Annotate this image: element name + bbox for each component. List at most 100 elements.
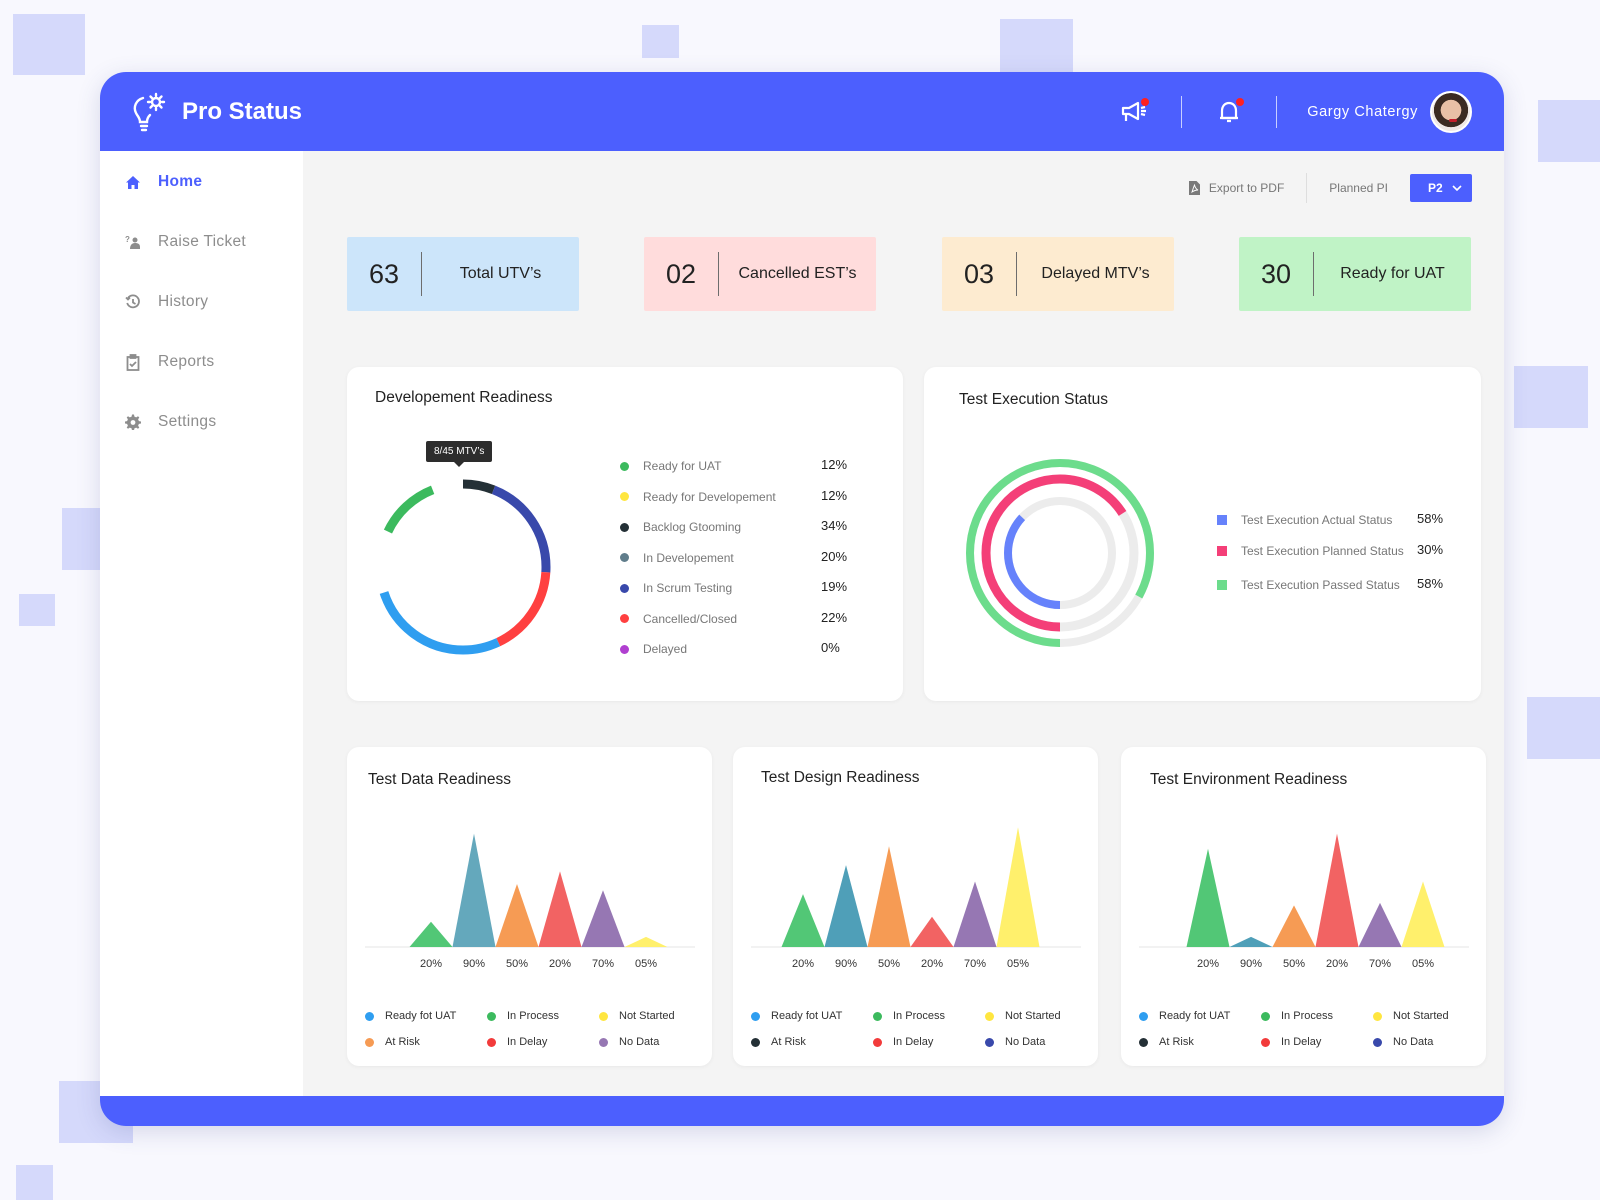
stat-card-ready-for-uat[interactable]: 30 Ready for UAT [1239,237,1471,311]
mini-chart-legend: Ready fot UAT In Process Not Started At Ris… [365,1010,702,1048]
legend-item: In Scrum Testing [620,581,732,595]
toolbar: Export to PDF Planned PI P2 [1188,173,1472,203]
stat-card-delayed-mtvs[interactable]: 03 Delayed MTV’s [942,237,1174,311]
legend-label: Delayed [643,642,688,656]
legend-label: Ready for Developement [643,489,776,504]
legend-value: 22% [821,609,848,625]
stat-card-cancelled-ests[interactable]: 02 Cancelled EST’s [644,237,876,311]
triangle-bar[interactable] [1315,833,1359,947]
legend-dot [620,553,629,562]
stat-card-total-utvs[interactable]: 63 Total UTV’s [347,237,579,311]
triangle-bar[interactable] [824,865,868,947]
legend-label: In Process [1281,1010,1333,1022]
app-window: Pro Status Gargy Chatergy Home ? Raise T… [100,72,1504,1126]
legend-dot [751,1011,760,1021]
triangle-bar[interactable] [409,921,453,947]
background-decoration [1527,697,1600,759]
user-name[interactable]: Gargy Chatergy [1307,104,1418,120]
triangle-bar[interactable] [538,871,582,947]
legend-value: 19% [821,579,848,594]
sidebar: Home ? Raise Ticket History Reports Sett… [100,151,303,1096]
dev-readiness-card: Developement Readiness 8/45 MTV’s Ready … [347,367,903,701]
dev-readiness-donut [375,479,551,655]
legend-label: At Risk [385,1036,420,1048]
triangle-bar[interactable] [1229,936,1273,947]
triangle-bar[interactable] [1401,881,1445,947]
x-tick-label: 05% [1007,958,1029,970]
legend-dot [985,1011,994,1021]
triangle-bar[interactable] [953,881,997,947]
footer-bar [100,1096,1504,1126]
notification-badge [1141,97,1150,106]
sidebar-item-reports[interactable]: Reports [100,332,303,392]
triangle-bar[interactable] [452,833,496,947]
triangle-bar[interactable] [624,936,668,947]
triangle-bar[interactable] [1186,848,1230,947]
triangle-bar[interactable] [495,884,539,947]
sidebar-item-settings[interactable]: Settings [100,392,303,452]
planned-pi-label: Planned PI [1329,181,1388,195]
triangle-bar[interactable] [1272,905,1316,947]
card-title: Test Data Readiness [368,771,512,788]
export-pdf-button[interactable]: Export to PDF [1188,181,1284,195]
background-decoration [642,25,679,58]
legend-item: In Process [873,1010,985,1022]
x-tick-label: 20% [549,958,571,970]
legend-value: 58% [1417,576,1444,591]
stat-value: 30 [1260,258,1292,289]
x-tick-label: 70% [1369,958,1391,970]
triangle-bar[interactable] [867,846,911,947]
legend-label: At Risk [1159,1036,1194,1048]
legend-item: In Delay [487,1036,599,1048]
legend-item: At Risk [751,1036,873,1048]
legend-item: Ready fot UAT [751,1010,873,1022]
test-data-readiness-card: Test Data Readiness 20% 90% 50% 20% 70% 05% Re… [347,747,712,1066]
notification-badge [1236,97,1245,106]
legend-label: Not Started [1005,1010,1061,1022]
legend-item: In Developement [620,551,734,565]
legend-label: Not Started [1393,1010,1449,1022]
legend-dot [599,1037,608,1047]
legend-dot [620,461,629,471]
toolbar-divider [1306,173,1308,203]
legend-value: 0% [821,640,840,655]
planned-pi-select[interactable]: P2 [1410,174,1472,202]
pi-value: P2 [1428,181,1443,195]
legend-label: No Data [1005,1036,1046,1048]
card-title: Test Environment Readiness [1150,771,1348,788]
triangle-bar[interactable] [1358,902,1402,947]
legend-item: Delayed [620,642,687,656]
brand[interactable]: Pro Status [130,92,302,132]
legend-label: In Delay [893,1036,934,1048]
sidebar-item-home[interactable]: Home [100,152,303,212]
test-execution-rings [966,459,1154,647]
avatar[interactable] [1430,90,1472,133]
legend-dot [1373,1011,1382,1021]
legend-item: In Process [1261,1010,1373,1022]
legend-dot [487,1011,496,1021]
triangle-bar[interactable] [581,890,625,947]
announcements-button[interactable] [1117,95,1151,129]
svg-text:?: ? [125,235,130,244]
legend-label: Ready fot UAT [385,1010,457,1022]
legend-value: 12% [821,457,848,472]
background-decoration [19,594,55,626]
triangle-bar[interactable] [996,827,1040,947]
triangle-bar[interactable] [781,894,825,947]
legend-label: No Data [619,1036,660,1048]
x-tick-label: 90% [1240,958,1262,970]
sidebar-item-history[interactable]: History [100,272,303,332]
sidebar-item-raise-ticket[interactable]: ? Raise Ticket [100,212,303,272]
notifications-button[interactable] [1212,95,1246,129]
legend-value: 30% [1417,542,1444,557]
legend-dot [873,1037,882,1047]
legend-value: 20% [821,548,848,564]
legend-dot [620,492,629,501]
triangle-bar[interactable] [910,916,954,947]
card-title: Test Design Readiness [761,769,920,786]
x-tick-label: 70% [964,958,986,970]
test-design-readiness-card: Test Design Readiness 20% 90% 50% 20% 70% 05%… [733,747,1098,1066]
x-tick-label: 05% [635,958,657,970]
legend-item: In Delay [873,1036,985,1048]
legend-value: 12% [821,487,848,503]
